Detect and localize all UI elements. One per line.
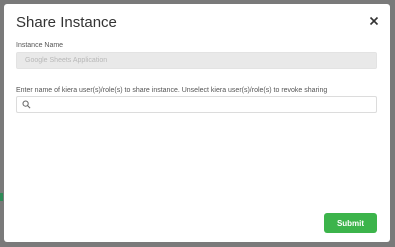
close-button[interactable] — [367, 14, 381, 28]
instance-name-label: Instance Name — [16, 42, 64, 49]
user-search-field[interactable] — [16, 96, 377, 113]
search-icon — [22, 100, 31, 109]
share-instructions-label: Enter name of kiera user(s)/role(s) to s… — [16, 87, 328, 94]
submit-button[interactable]: Submit — [324, 213, 377, 233]
close-icon — [369, 16, 379, 26]
share-instance-modal: Share Instance Instance Name Google Shee… — [4, 4, 390, 242]
modal-title: Share Instance — [16, 14, 117, 31]
background-element — [0, 193, 3, 201]
user-search-input[interactable] — [35, 98, 370, 111]
instance-name-field: Google Sheets Application — [16, 52, 377, 69]
